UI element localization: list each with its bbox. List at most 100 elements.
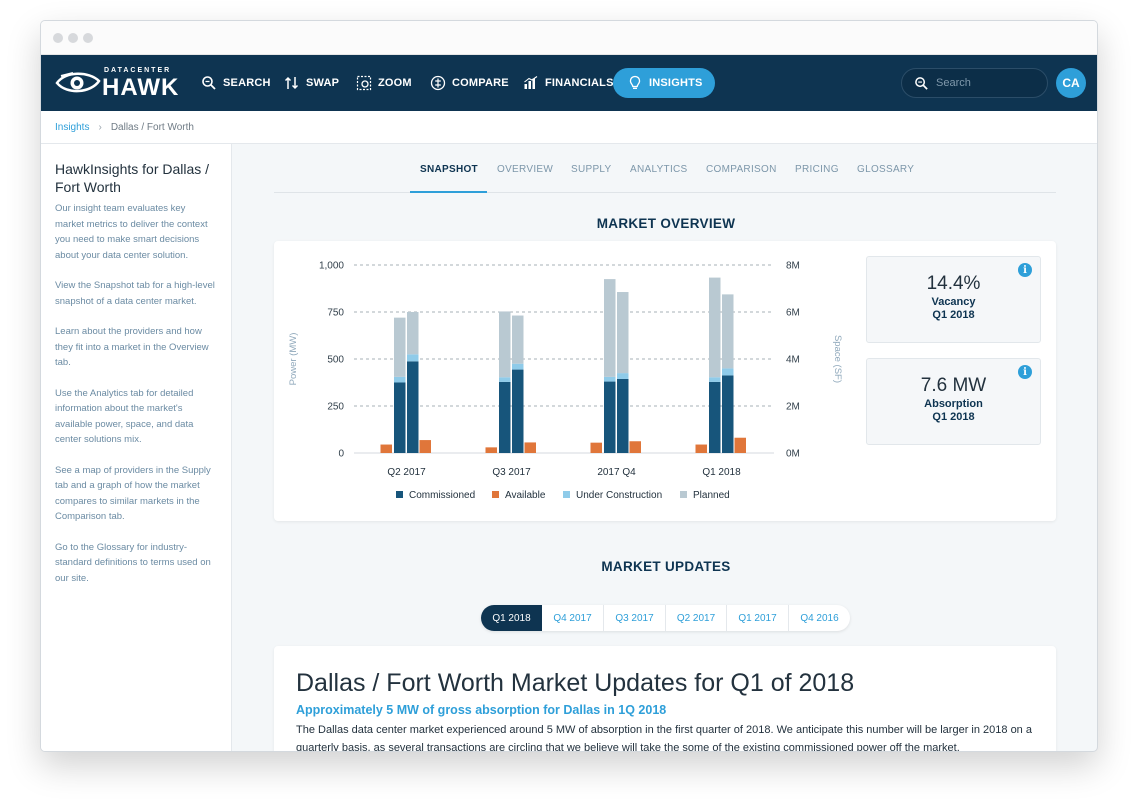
bar-planned bbox=[394, 317, 406, 377]
period-selector: Q1 2018 Q4 2017 Q3 2017 Q2 2017 Q1 2017 … bbox=[481, 605, 850, 631]
nav-zoom-label: ZOOM bbox=[378, 77, 412, 89]
period-pill[interactable]: Q2 2017 bbox=[666, 605, 727, 631]
window-dot[interactable] bbox=[53, 33, 63, 43]
update-body: The Dallas data center market experience… bbox=[296, 724, 1032, 752]
tab-pricing[interactable]: PRICING bbox=[795, 164, 839, 175]
swap-icon bbox=[284, 76, 299, 90]
y2-tick-label: 0M bbox=[786, 449, 800, 460]
bar-available bbox=[629, 441, 641, 453]
tab-snapshot[interactable]: SNAPSHOT bbox=[420, 164, 478, 175]
legend-label: Under Construction bbox=[576, 490, 662, 501]
sidebar-paragraph: See a map of providers in the Supply tab… bbox=[55, 464, 211, 523]
y2-tick-label: 6M bbox=[786, 308, 800, 319]
x-tick-label: Q3 2017 bbox=[492, 467, 531, 478]
nav-compare[interactable]: COMPARE bbox=[430, 55, 509, 111]
tab-overview[interactable]: OVERVIEW bbox=[497, 164, 553, 175]
bar-available bbox=[734, 437, 746, 453]
zoom-icon bbox=[356, 75, 372, 91]
bar-under-construction bbox=[709, 377, 721, 382]
update-heading: Dallas / Fort Worth Market Updates for Q… bbox=[296, 669, 855, 697]
sidebar-paragraph: View the Snapshot tab for a high-level s… bbox=[55, 280, 215, 307]
nav-financials[interactable]: FINANCIALS bbox=[523, 55, 614, 111]
bar-commissioned bbox=[394, 382, 406, 453]
bar-available bbox=[695, 444, 707, 453]
nav-compare-label: COMPARE bbox=[452, 77, 509, 89]
nav-zoom[interactable]: ZOOM bbox=[356, 55, 412, 111]
bar-planned bbox=[407, 312, 419, 355]
y2-tick-label: 8M bbox=[786, 261, 800, 272]
legend-label: Available bbox=[505, 490, 546, 501]
period-pill[interactable]: Q4 2017 bbox=[542, 605, 604, 631]
bar-planned bbox=[722, 294, 734, 369]
vacancy-label: Vacancy bbox=[931, 296, 976, 308]
datacenter-hawk-logo[interactable]: DATACENTER HAWK bbox=[55, 65, 185, 101]
lightbulb-icon bbox=[629, 75, 641, 89]
tab-glossary[interactable]: GLOSSARY bbox=[857, 164, 914, 175]
y2-axis-label: Space (SF) bbox=[832, 335, 843, 383]
market-overview-title: MARKET OVERVIEW bbox=[596, 216, 736, 231]
search-icon bbox=[915, 77, 928, 90]
bar-planned bbox=[499, 311, 511, 378]
search-box[interactable] bbox=[901, 68, 1048, 98]
bar-available bbox=[524, 442, 536, 453]
bar-under-construction bbox=[394, 376, 406, 383]
bar-available bbox=[419, 440, 431, 453]
active-tab-indicator bbox=[410, 191, 487, 193]
vacancy-period: Q1 2018 bbox=[932, 309, 975, 321]
financials-icon bbox=[524, 76, 538, 89]
sidebar-paragraph: Learn about the providers and how they f… bbox=[55, 326, 209, 368]
y-tick-label: 500 bbox=[327, 355, 344, 366]
tab-supply[interactable]: SUPPLY bbox=[571, 164, 612, 175]
period-pill[interactable]: Q4 2016 bbox=[789, 605, 850, 631]
sidebar: HawkInsights for Dallas / Fort Worth Our… bbox=[41, 144, 232, 751]
bar-commissioned bbox=[709, 381, 721, 453]
info-icon[interactable]: i bbox=[1018, 365, 1032, 379]
period-pill[interactable]: Q1 2018 bbox=[481, 605, 542, 631]
bar-under-construction bbox=[604, 376, 616, 382]
x-tick-label: Q2 2017 bbox=[387, 467, 426, 478]
bar-commissioned bbox=[407, 361, 419, 453]
bar-commissioned bbox=[604, 381, 616, 453]
legend-label: Commissioned bbox=[409, 490, 475, 501]
bar-under-construction bbox=[722, 368, 734, 376]
breadcrumb-insights-link[interactable]: Insights bbox=[55, 122, 89, 133]
absorption-value: 7.6 MW bbox=[920, 375, 987, 396]
bar-available bbox=[380, 444, 392, 453]
window-chrome bbox=[41, 21, 1097, 55]
window-dot[interactable] bbox=[83, 33, 93, 43]
vacancy-card: i 14.4% Vacancy Q1 2018 bbox=[866, 256, 1041, 343]
nav-swap[interactable]: SWAP bbox=[284, 55, 339, 111]
x-tick-label: Q1 2018 bbox=[702, 467, 741, 478]
sidebar-paragraph: Go to the Glossary for industry-standard… bbox=[55, 541, 211, 584]
y-tick-label: 750 bbox=[327, 308, 344, 319]
bar-under-construction bbox=[617, 373, 629, 379]
search-input[interactable] bbox=[936, 75, 1036, 91]
legend-label: Planned bbox=[693, 490, 730, 501]
logo-small-text: DATACENTER bbox=[104, 67, 172, 74]
bar-under-construction bbox=[407, 354, 419, 362]
logo-big-text: HAWK bbox=[102, 74, 180, 101]
nav-swap-label: SWAP bbox=[306, 77, 340, 89]
bar-commissioned bbox=[499, 381, 511, 453]
nav-insights-label: INSIGHTS bbox=[649, 77, 703, 89]
bar-commissioned bbox=[512, 369, 524, 453]
period-pill[interactable]: Q1 2017 bbox=[727, 605, 789, 631]
info-icon[interactable]: i bbox=[1018, 263, 1032, 277]
hawk-eye-icon bbox=[55, 72, 101, 93]
nav-insights[interactable]: INSIGHTS bbox=[613, 68, 715, 98]
legend-swatch bbox=[563, 491, 570, 498]
tab-analytics[interactable]: ANALYTICS bbox=[630, 164, 688, 175]
nav-search[interactable]: SEARCH bbox=[201, 55, 271, 111]
x-tick-label: 2017 Q4 bbox=[597, 467, 636, 478]
period-pill[interactable]: Q3 2017 bbox=[604, 605, 666, 631]
absorption-card: i 7.6 MW Absorption Q1 2018 bbox=[866, 358, 1041, 445]
bar-available bbox=[590, 442, 602, 453]
y2-tick-label: 4M bbox=[786, 355, 800, 366]
top-navigation: DATACENTER HAWK SEARCH SWAP ZOOM COMPARE… bbox=[41, 55, 1097, 111]
y-tick-label: 1,000 bbox=[319, 261, 344, 272]
search-icon bbox=[202, 76, 216, 90]
tab-comparison[interactable]: COMPARISON bbox=[706, 164, 777, 175]
window-dot[interactable] bbox=[68, 33, 78, 43]
user-avatar[interactable]: CA bbox=[1056, 68, 1086, 98]
y-tick-label: 0 bbox=[338, 449, 344, 460]
